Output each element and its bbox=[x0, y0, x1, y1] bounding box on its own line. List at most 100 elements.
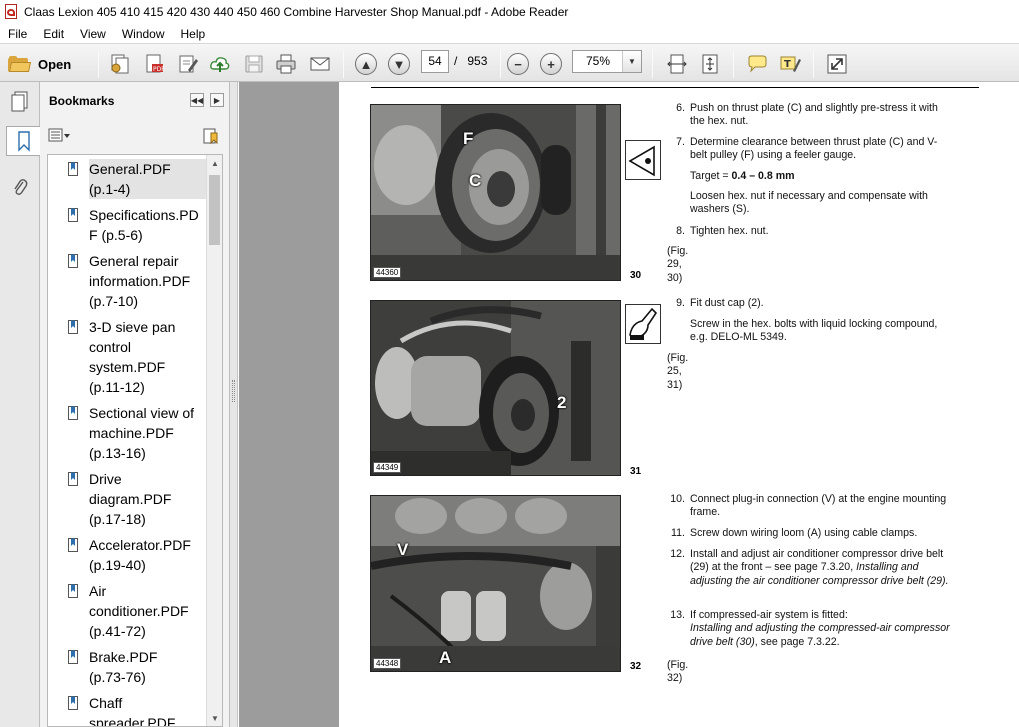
envelope-icon bbox=[310, 57, 330, 71]
highlight-button[interactable]: T bbox=[778, 52, 802, 76]
menu-file[interactable]: File bbox=[0, 27, 35, 41]
next-page-button[interactable]: ▼ bbox=[387, 52, 411, 76]
figure-id: 44348 bbox=[373, 658, 402, 669]
previous-page-button[interactable]: ▲ bbox=[354, 52, 378, 76]
figure-id: 44360 bbox=[373, 267, 402, 278]
upload-button[interactable] bbox=[208, 52, 232, 76]
target-spec: Target = 0.4 – 0.8 mm bbox=[690, 170, 952, 183]
fitting-hand-icon bbox=[625, 304, 661, 344]
window-title: Claas Lexion 405 410 415 420 430 440 450… bbox=[24, 5, 569, 19]
menu-help[interactable]: Help bbox=[173, 27, 214, 41]
export-pdf-icon: PDF bbox=[146, 54, 165, 73]
zoom-value[interactable]: 75% bbox=[573, 51, 623, 72]
step-number: 9. bbox=[676, 297, 685, 309]
step-13-text: If compressed-air system is fitted: bbox=[690, 609, 848, 621]
step-13-end: , see page 7.3.22. bbox=[754, 635, 840, 648]
step-13: If compressed-air system is fitted: Insta… bbox=[690, 609, 952, 649]
figure-32-image: V A 44348 bbox=[370, 495, 621, 672]
bookmark-label[interactable]: Drive diagram.PDF (p.17-18) bbox=[89, 469, 209, 529]
step-number: 10. bbox=[670, 493, 685, 505]
bookmark-label-line: Air bbox=[89, 583, 107, 599]
bookmark-label[interactable]: Specifications.PD F (p.5-6) bbox=[89, 205, 209, 245]
new-bookmark-button[interactable] bbox=[202, 127, 220, 145]
step-9: Fit dust cap (2). bbox=[690, 297, 764, 309]
bookmark-label[interactable]: Air conditioner.PDF (p.41-72) bbox=[89, 581, 209, 641]
scrollbar-thumb[interactable] bbox=[209, 175, 220, 245]
bookmarks-scrollbar[interactable]: ▲ ▼ bbox=[206, 155, 222, 726]
step-number: 13. bbox=[670, 609, 685, 621]
step-10: Connect plug-in connection (V) at the en… bbox=[690, 493, 947, 519]
fit-width-button[interactable] bbox=[665, 52, 689, 76]
menu-edit[interactable]: Edit bbox=[35, 27, 72, 41]
panel-menu-icon[interactable]: ▶ bbox=[210, 93, 224, 107]
svg-text:PDF: PDF bbox=[153, 66, 165, 73]
bookmark-options-button[interactable] bbox=[48, 128, 72, 144]
scroll-up-icon[interactable]: ▲ bbox=[207, 155, 222, 171]
bookmark-label-line: (p.41-72) bbox=[89, 623, 146, 639]
bookmark-label[interactable]: Accelerator.PDF (p.19-40) bbox=[89, 535, 209, 575]
callout-v: V bbox=[397, 540, 409, 559]
open-button[interactable]: Open bbox=[8, 51, 71, 77]
bookmarks-header: Bookmarks ◀◀ ▶ bbox=[40, 82, 230, 118]
paperclip-icon bbox=[14, 179, 28, 195]
zoom-select[interactable]: 75% ▼ bbox=[572, 50, 642, 73]
bookmarks-tab-button[interactable] bbox=[6, 126, 40, 156]
bookmark-label[interactable]: General.PDF (p.1-4) bbox=[89, 159, 209, 199]
page-number-input[interactable]: 54 bbox=[421, 50, 449, 73]
bookmark-icon bbox=[68, 406, 78, 420]
bookmark-label-line: Chaff bbox=[89, 695, 123, 711]
step-11: Screw down wiring loom (A) using cable c… bbox=[690, 527, 918, 539]
bookmark-label-line: spreader.PDF bbox=[89, 715, 176, 727]
edit-pdf-button[interactable] bbox=[176, 52, 200, 76]
bookmark-label-line: 3-D sieve pan bbox=[89, 319, 176, 335]
create-pdf-icon bbox=[111, 54, 129, 74]
arrow-down-icon: ▼ bbox=[388, 53, 410, 75]
export-pdf-button[interactable]: PDF bbox=[142, 52, 166, 76]
bookmark-label-line: conditioner.PDF bbox=[89, 603, 189, 619]
folder-icon bbox=[8, 56, 32, 72]
step-12-end: . bbox=[945, 574, 949, 587]
speech-bubble-icon bbox=[748, 55, 767, 73]
svg-text:T: T bbox=[784, 59, 791, 70]
bookmark-label[interactable]: 3-D sieve pan control system.PDF (p.11-12) bbox=[89, 317, 209, 397]
bookmark-label-line: Drive bbox=[89, 471, 122, 487]
bookmark-ribbon-icon bbox=[17, 131, 30, 152]
feeler-gauge-icon bbox=[625, 140, 661, 180]
attachments-button[interactable] bbox=[6, 172, 34, 202]
options-list-icon bbox=[48, 128, 70, 142]
document-viewport[interactable]: F C 44360 30 2 44349 31 V A 44348 32 6. … bbox=[239, 82, 1019, 727]
bookmark-label[interactable]: Brake.PDF (p.73-76) bbox=[89, 647, 209, 687]
save-button[interactable] bbox=[242, 52, 266, 76]
menu-view[interactable]: View bbox=[72, 27, 114, 41]
create-pdf-button[interactable] bbox=[108, 52, 132, 76]
figure-30-image: F C 44360 bbox=[370, 104, 621, 281]
comment-button[interactable] bbox=[745, 52, 769, 76]
panel-splitter[interactable] bbox=[230, 82, 238, 727]
zoom-in-button[interactable]: + bbox=[539, 52, 563, 76]
step-12: Install and adjust air conditioner compr… bbox=[690, 548, 952, 588]
zoom-out-button[interactable]: − bbox=[506, 52, 530, 76]
bookmark-label[interactable]: General repair information.PDF (p.7-10) bbox=[89, 251, 209, 311]
figure-reference: (Fig. 32) bbox=[667, 659, 689, 685]
step-8: Tighten hex. nut. bbox=[690, 225, 769, 237]
figure-reference: (Fig. 25, 31) bbox=[667, 352, 689, 391]
arrow-up-icon: ▲ bbox=[355, 53, 377, 75]
bookmarks-list: Chaff spreader.PDF Brake.PDF (p.73-76) Air co… bbox=[47, 154, 223, 727]
email-button[interactable] bbox=[308, 52, 332, 76]
full-screen-button[interactable] bbox=[825, 52, 849, 76]
page-thumbnails-icon bbox=[11, 91, 28, 112]
page-thumbnails-button[interactable] bbox=[6, 86, 34, 116]
bookmark-label[interactable]: Sectional view of machine.PDF (p.13-16) bbox=[89, 403, 209, 463]
collapse-panel-icon[interactable]: ◀◀ bbox=[190, 93, 204, 107]
total-pages: 953 bbox=[467, 54, 488, 68]
highlighter-icon: T bbox=[780, 56, 801, 72]
fit-page-button[interactable] bbox=[698, 52, 722, 76]
page-total: / 953 bbox=[454, 54, 487, 68]
chevron-down-icon[interactable]: ▼ bbox=[622, 51, 641, 72]
bookmark-label[interactable]: Chaff spreader.PDF bbox=[89, 693, 209, 727]
scroll-down-icon[interactable]: ▼ bbox=[207, 710, 222, 726]
adobe-reader-icon bbox=[4, 4, 18, 20]
bookmark-icon bbox=[68, 472, 78, 486]
menu-window[interactable]: Window bbox=[114, 27, 173, 41]
print-button[interactable] bbox=[274, 52, 298, 76]
